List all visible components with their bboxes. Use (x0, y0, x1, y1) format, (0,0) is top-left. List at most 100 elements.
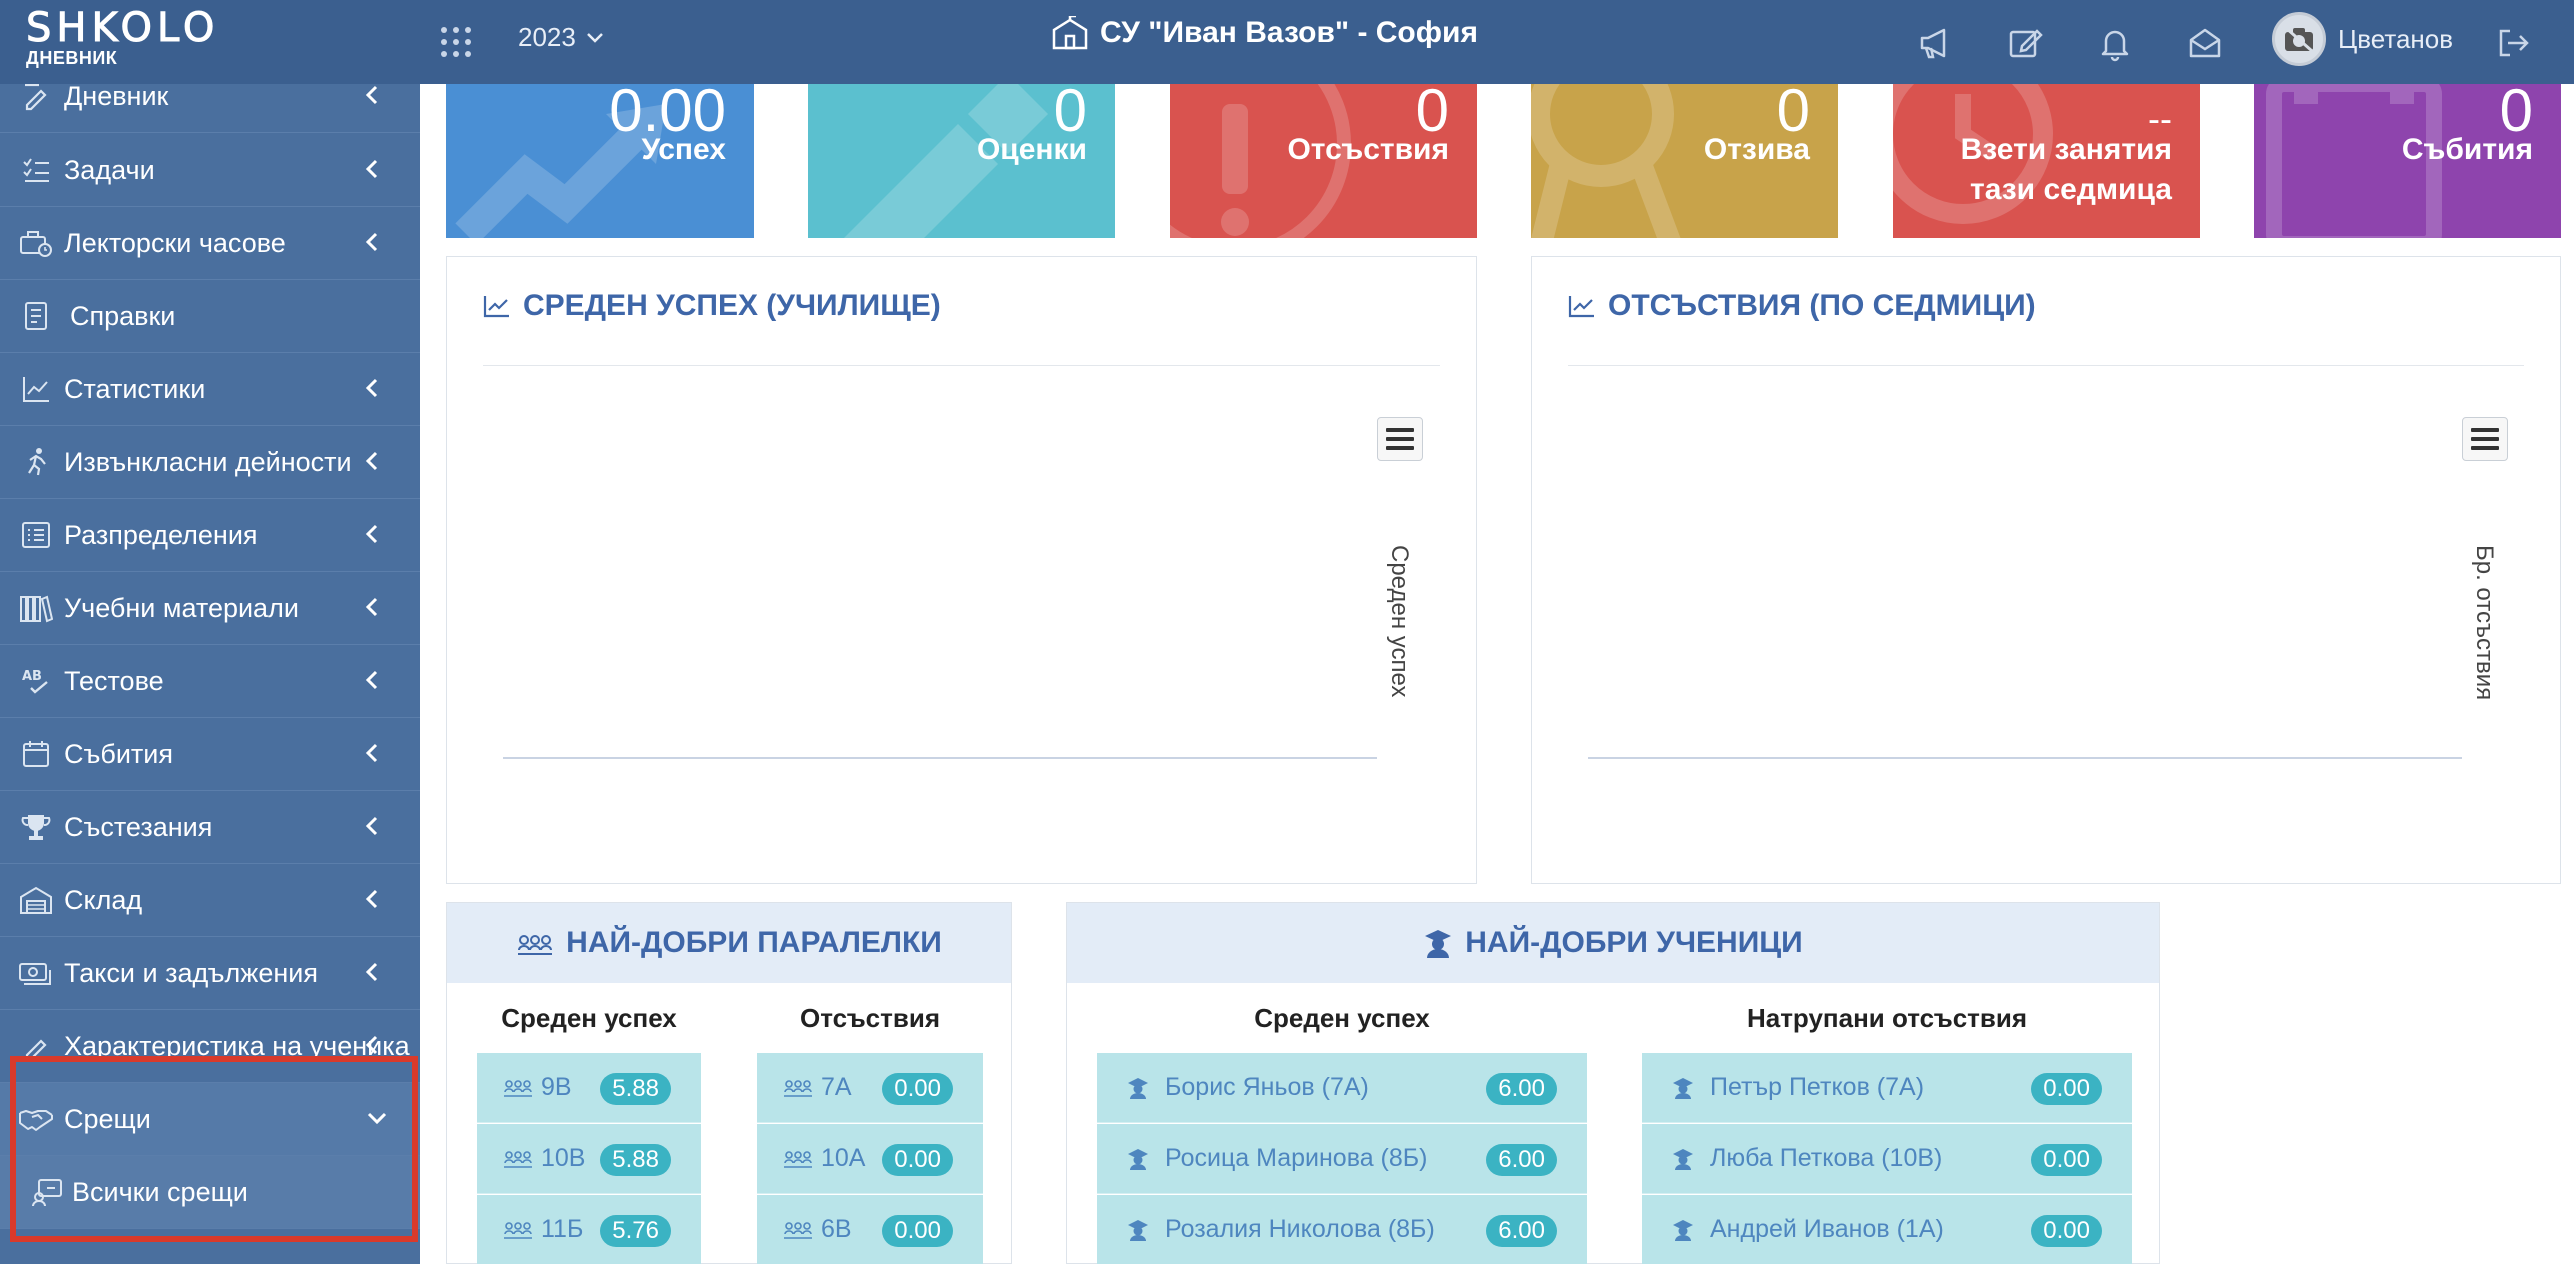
bell-icon[interactable] (2096, 24, 2134, 62)
score-badge: 5.76 (600, 1215, 671, 1247)
class-icon (503, 1147, 533, 1171)
school-building-icon (1052, 16, 1088, 50)
class-row[interactable]: 11Б 5.76 (477, 1195, 701, 1264)
sidebar-item-fees[interactable]: Такси и задължения (0, 937, 420, 1010)
panel-header: НАЙ-ДОБРИ УЧЕНИЦИ (1067, 903, 2159, 983)
warehouse-icon (16, 880, 56, 920)
tile-label: Отсъствия (1287, 133, 1449, 166)
sidebar-item-label: Справки (70, 300, 176, 331)
chevron-left-icon (365, 159, 378, 179)
sidebar-item-label: Извънкласни дейности (64, 446, 352, 477)
chevron-left-icon (365, 524, 378, 544)
class-name: 6В (821, 1215, 852, 1243)
best-students-panel: НАЙ-ДОБРИ УЧЕНИЦИ Среден успех Натрупани… (1066, 902, 2160, 1264)
student-row[interactable]: Петър Петков (7А) 0.00 (1642, 1053, 2132, 1123)
mail-open-icon[interactable] (2186, 24, 2224, 62)
sidebar-item-tests[interactable]: AB Тестове (0, 645, 420, 718)
characteristic-icon (16, 1026, 56, 1066)
class-row[interactable]: 6В 0.00 (757, 1195, 983, 1264)
sidebar-item-meetings[interactable]: Срещи (0, 1083, 420, 1156)
class-row[interactable]: 10В 5.88 (477, 1124, 701, 1194)
class-row[interactable]: 10А 0.00 (757, 1124, 983, 1194)
tile-absences[interactable]: 0 Отсъствия (1170, 84, 1477, 238)
materials-icon (16, 588, 56, 628)
sidebar-item-competitions[interactable]: Състезания (0, 791, 420, 864)
panel-title-text: СРЕДЕН УСПЕХ (УЧИЛИЩЕ) (523, 289, 941, 322)
sidebar-item-label: Дневник (64, 84, 169, 111)
class-icon (503, 1218, 533, 1242)
sidebar-item-warehouse[interactable]: Склад (0, 864, 420, 937)
tile-label: Отзива (1703, 133, 1810, 166)
class-row[interactable]: 7А 0.00 (757, 1053, 983, 1123)
chevron-left-icon (365, 816, 378, 836)
school-name: СУ "Иван Вазов" - София (1100, 16, 1478, 49)
sidebar-item-tasks[interactable]: Задачи (0, 134, 420, 207)
student-icon (1672, 1147, 1702, 1171)
tile-label: Събития (2401, 133, 2533, 166)
student-row[interactable]: Люба Петкова (10В) 0.00 (1642, 1124, 2132, 1194)
megaphone-icon[interactable] (1916, 24, 1954, 62)
sidebar-item-label: Разпределения (64, 519, 258, 550)
shkolo-logo[interactable]: SHKOLO ДНЕВНИК (25, 6, 219, 69)
sidebar-item-characteristic[interactable]: Характеристика на ученика (0, 1010, 420, 1083)
sidebar-filler (0, 1229, 420, 1264)
tasks-icon (16, 150, 56, 190)
chevron-left-icon (365, 889, 378, 909)
student-name: Борис Яньов (7А) (1165, 1073, 1369, 1101)
class-icon (783, 1076, 813, 1100)
sidebar-item-events[interactable]: Събития (0, 718, 420, 791)
tests-icon: AB (16, 661, 56, 701)
class-icon (783, 1218, 813, 1242)
chevron-left-icon (365, 962, 378, 982)
sidebar-item-extracurricular[interactable]: Извънкласни дейности (0, 426, 420, 499)
score-badge: 6.00 (1486, 1144, 1557, 1176)
chart-line-icon (1568, 296, 1594, 318)
panel-title-text: НАЙ-ДОБРИ ПАРАЛЕЛКИ (566, 926, 942, 959)
chart-menu-button[interactable] (1377, 417, 1423, 461)
sidebar-item-reports[interactable]: Справки (0, 280, 420, 353)
apps-grid-icon[interactable] (438, 24, 474, 60)
graduate-icon (1425, 930, 1452, 958)
class-name: 7А (821, 1073, 852, 1101)
user-menu[interactable]: Цветанов (2272, 12, 2453, 66)
school-title: СУ "Иван Вазов" - София (1050, 16, 1478, 50)
sidebar-item-lecture-hours[interactable]: Лекторски часове (0, 207, 420, 280)
student-icon (1127, 1076, 1157, 1100)
tile-grades[interactable]: 0 Оценки (808, 84, 1115, 238)
student-row[interactable]: Розалия Николова (8Б) 6.00 (1097, 1195, 1587, 1264)
calendar-icon (16, 734, 56, 774)
best-classes-panel: НАЙ-ДОБРИ ПАРАЛЕЛКИ Среден успех Отсъств… (446, 902, 1012, 1264)
column-header: Среден успех (501, 1003, 677, 1033)
divider (483, 365, 1440, 366)
class-group-icon (518, 935, 553, 955)
class-name: 10В (541, 1144, 586, 1172)
sidebar-item-materials[interactable]: Учебни материали (0, 572, 420, 645)
tile-events[interactable]: 0 Събития (2254, 84, 2561, 238)
chart-menu-button[interactable] (2462, 417, 2508, 461)
sidebar-item-journal[interactable]: Дневник (0, 84, 420, 133)
chevron-left-icon (365, 597, 378, 617)
tile-lessons-taken[interactable]: -- Взети занятия тази седмица (1893, 84, 2200, 238)
chevron-down-icon (586, 32, 603, 43)
sidebar-item-statistics[interactable]: Статистики (0, 353, 420, 426)
student-icon (1127, 1218, 1157, 1242)
sidebar-item-distribution[interactable]: Разпределения (0, 499, 420, 572)
logout-icon[interactable] (2494, 24, 2532, 62)
edit-icon[interactable] (2006, 24, 2044, 62)
tile-reviews[interactable]: 0 Отзива (1531, 84, 1838, 238)
absence-badge: 0.00 (2031, 1073, 2102, 1105)
tile-success[interactable]: 0.00 Успех (446, 84, 754, 238)
year-dropdown[interactable]: 2023 (518, 22, 604, 53)
column-header: Натрупани отсъствия (1746, 1003, 2028, 1033)
student-row[interactable]: Андрей Иванов (1А) 0.00 (1642, 1195, 2132, 1264)
sidebar-subitem-all-meetings[interactable]: Всички срещи (0, 1156, 420, 1229)
statistics-icon (16, 369, 56, 409)
sidebar-item-label: Събития (64, 738, 173, 769)
class-name: 11Б (541, 1215, 584, 1243)
absence-badge: 0.00 (882, 1144, 953, 1176)
chevron-left-icon (365, 85, 378, 105)
chevron-left-icon (365, 451, 378, 471)
class-row[interactable]: 9В 5.88 (477, 1053, 701, 1123)
student-row[interactable]: Росица Маринова (8Б) 6.00 (1097, 1124, 1587, 1194)
student-row[interactable]: Борис Яньов (7А) 6.00 (1097, 1053, 1587, 1123)
